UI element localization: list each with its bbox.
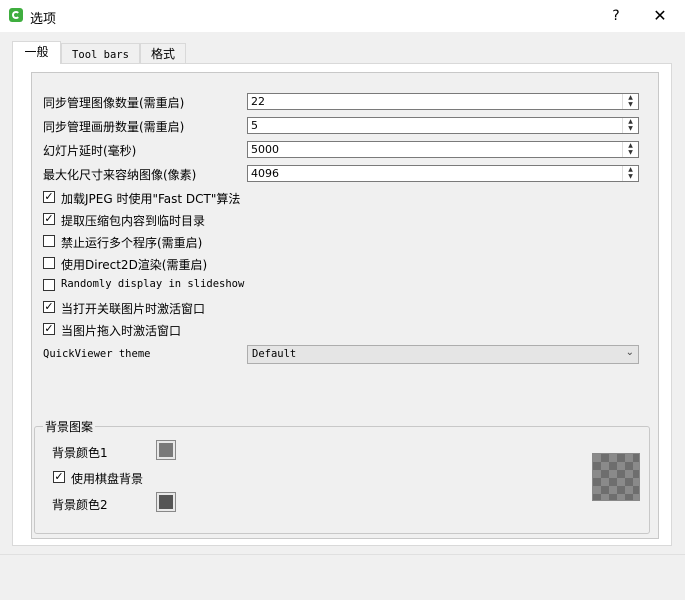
bg-color2-swatch — [159, 495, 173, 509]
app-icon — [9, 8, 23, 22]
sync-images-label: 同步管理图像数量(需重启) — [43, 96, 185, 110]
spin-down-icon[interactable]: ▼ — [623, 125, 638, 132]
spin-up-icon[interactable]: ▲ — [623, 94, 638, 101]
bg-color1-label: 背景颜色1 — [52, 446, 108, 460]
spin-arrows[interactable]: ▲ ▼ — [622, 166, 638, 181]
checker-preview — [592, 453, 640, 501]
spin-up-icon[interactable]: ▲ — [623, 166, 638, 173]
title-bar — [0, 0, 685, 32]
sync-albums-spinbox[interactable]: 5 ▲ ▼ — [247, 117, 639, 134]
tab-toolbars[interactable]: Tool bars — [61, 43, 140, 63]
bg-color1-button[interactable] — [156, 440, 176, 460]
max-size-label: 最大化尺寸来容纳图像(像素) — [43, 168, 197, 182]
close-button[interactable]: ✕ — [647, 5, 673, 27]
activate-on-drop-label: 当图片拖入时激活窗口 — [61, 324, 182, 338]
bg-color1-swatch — [159, 443, 173, 457]
tab-format[interactable]: 格式 — [140, 43, 186, 63]
checkbox-box[interactable]: ✓ — [43, 323, 55, 335]
checker-bg-label: 使用棋盘背景 — [71, 472, 144, 486]
theme-label: QuickViewer theme — [43, 348, 151, 360]
fast-dct-label: 加载JPEG 时使用"Fast DCT"算法 — [61, 192, 241, 206]
sync-albums-value: 5 — [251, 119, 258, 132]
spin-down-icon[interactable]: ▼ — [623, 173, 638, 180]
checkbox-box[interactable] — [43, 235, 55, 247]
bg-color2-label: 背景颜色2 — [52, 498, 108, 512]
sync-albums-label: 同步管理画册数量(需重启) — [43, 120, 185, 134]
direct2d-label: 使用Direct2D渲染(需重启) — [61, 258, 208, 272]
checkbox-box[interactable]: ✓ — [43, 191, 55, 203]
checkbox-box[interactable]: ✓ — [43, 213, 55, 225]
single-instance-label: 禁止运行多个程序(需重启) — [61, 236, 203, 250]
checkbox-box[interactable]: ✓ — [43, 301, 55, 313]
tab-general[interactable]: 一般 — [12, 41, 61, 64]
max-size-value: 4096 — [251, 167, 279, 180]
slideshow-delay-value: 5000 — [251, 143, 279, 156]
theme-select[interactable]: Default ⌄ — [247, 345, 639, 364]
checkbox-box[interactable] — [43, 257, 55, 269]
slideshow-delay-label: 幻灯片延时(毫秒) — [43, 144, 137, 158]
spin-up-icon[interactable]: ▲ — [623, 118, 638, 125]
spin-up-icon[interactable]: ▲ — [623, 142, 638, 149]
extract-archive-label: 提取压缩包内容到临时目录 — [61, 214, 206, 228]
sync-images-value: 22 — [251, 95, 265, 108]
checkbox-box[interactable]: ✓ — [53, 471, 65, 483]
help-button[interactable]: ? — [605, 5, 627, 27]
random-slideshow-label: Randomly display in slideshow — [61, 278, 245, 290]
spin-down-icon[interactable]: ▼ — [623, 101, 638, 108]
window-title: 选项 — [30, 12, 57, 27]
spin-arrows[interactable]: ▲ ▼ — [622, 94, 638, 109]
chevron-down-icon[interactable]: ⌄ — [626, 347, 634, 358]
dialog-footer — [0, 555, 685, 600]
activate-on-open-label: 当打开关联图片时激活窗口 — [61, 302, 206, 316]
sync-images-spinbox[interactable]: 22 ▲ ▼ — [247, 93, 639, 110]
theme-value: Default — [252, 348, 297, 360]
checkbox-box[interactable] — [43, 279, 55, 291]
spin-arrows[interactable]: ▲ ▼ — [622, 118, 638, 133]
slideshow-delay-spinbox[interactable]: 5000 ▲ ▼ — [247, 141, 639, 158]
max-size-spinbox[interactable]: 4096 ▲ ▼ — [247, 165, 639, 182]
background-group-title: 背景图案 — [43, 418, 96, 435]
tab-toolbars-label: Tool bars — [72, 49, 129, 61]
spin-arrows[interactable]: ▲ ▼ — [622, 142, 638, 157]
spin-down-icon[interactable]: ▼ — [623, 149, 638, 156]
bg-color2-button[interactable] — [156, 492, 176, 512]
